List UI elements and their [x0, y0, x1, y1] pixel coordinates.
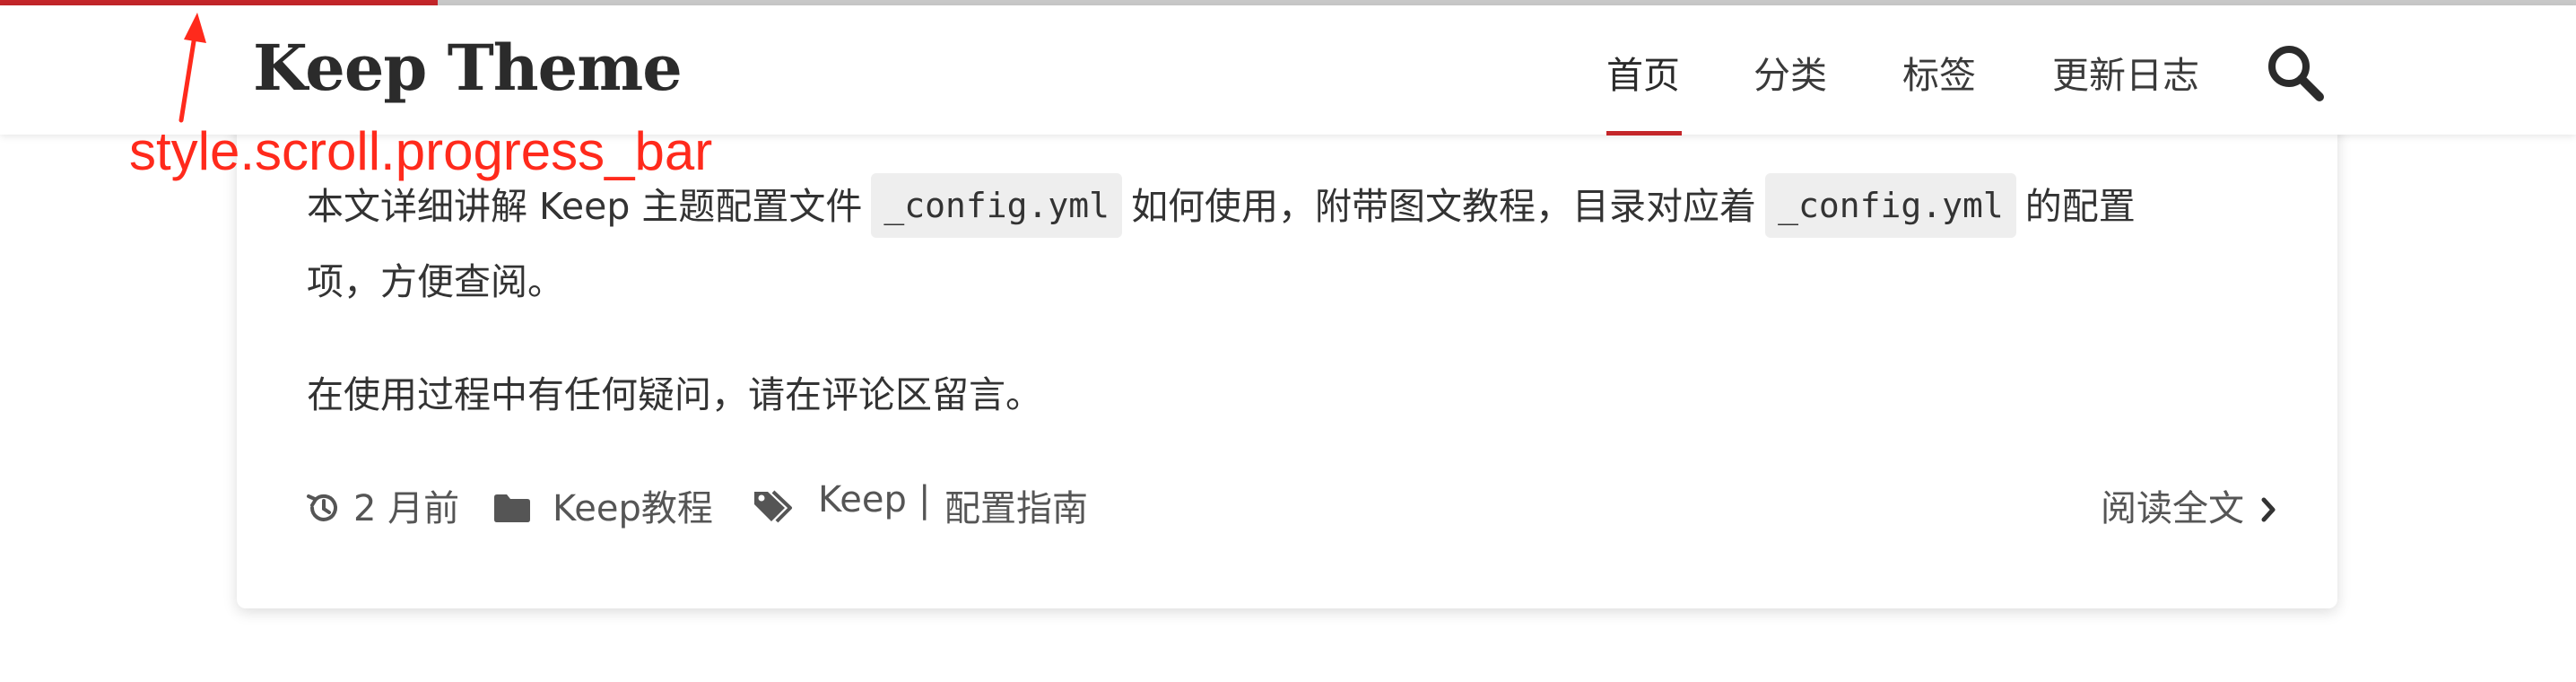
- nav-item-changelog[interactable]: 更新日志: [2052, 45, 2199, 99]
- post-excerpt-paragraph: 在使用过程中有任何疑问，请在评论区留言。: [307, 373, 1042, 416]
- excerpt-text: 本文详细讲解 Keep 主题配置文件: [307, 185, 863, 228]
- search-icon[interactable]: [2264, 41, 2327, 104]
- annotation-label: style.scroll.progress_bar: [129, 121, 713, 181]
- tags-icon: [754, 490, 792, 523]
- folder-icon: [494, 494, 530, 522]
- nav-item-tags[interactable]: 标签: [1902, 45, 1976, 99]
- post-category-link[interactable]: Keep教程: [553, 479, 713, 531]
- nav-item-home[interactable]: 首页: [1606, 45, 1680, 99]
- annotation-arrow-icon: [178, 13, 206, 123]
- chevron-right-icon: [2261, 497, 2276, 522]
- post-tag-link[interactable]: 配置指南: [944, 479, 1088, 531]
- nav-item-categories[interactable]: 分类: [1754, 45, 1827, 99]
- excerpt-text: 的配置: [2024, 185, 2136, 228]
- history-icon: [307, 494, 337, 521]
- inline-code: _config.yml: [871, 173, 1123, 238]
- post-excerpt-line2: 项，方便查阅。: [307, 260, 564, 303]
- read-more-link[interactable]: 阅读全文: [2101, 479, 2279, 531]
- tag-separator: |: [918, 479, 931, 520]
- inline-code: _config.yml: [1765, 173, 2016, 238]
- excerpt-text: 如何使用，附带图文教程，目录对应着: [1131, 185, 1757, 228]
- nav-active-indicator: [1606, 131, 1682, 136]
- post-tag-link[interactable]: Keep: [818, 479, 907, 520]
- post-time: 2 月前: [353, 488, 460, 529]
- site-header: Keep Theme 首页 分类 标签 更新日志: [0, 5, 2576, 136]
- main-nav: 首页 分类 标签 更新日志: [0, 5, 2576, 135]
- read-more-label: 阅读全文: [2101, 488, 2244, 529]
